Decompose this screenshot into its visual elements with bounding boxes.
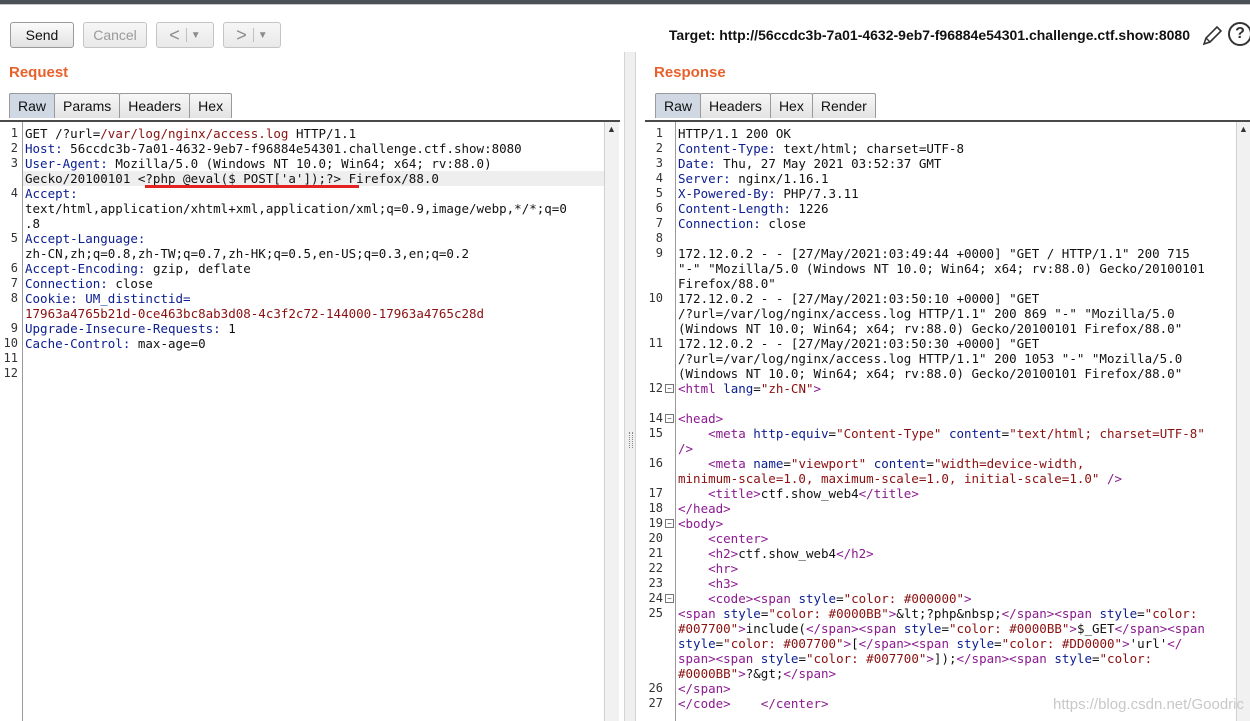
response-editor[interactable]: 1 2 3 4 5 6 7 8 9 10 11 12 − 14 − 15 16 … bbox=[645, 120, 1250, 721]
line-number-gutter: 1 2 3 4 5 6 7 8 9 10 11 12 − 14 − 15 16 … bbox=[645, 122, 676, 721]
line-number-gutter: 1 2 3 4 5 6 7 8 9 10 11 12 bbox=[0, 122, 23, 721]
tab-raw[interactable]: Raw bbox=[655, 93, 702, 118]
forward-arrow-icon: > bbox=[236, 24, 247, 45]
fold-toggle-icon[interactable]: − bbox=[665, 384, 674, 393]
response-tabs: Raw Headers Hex Render bbox=[655, 93, 876, 118]
request-editor[interactable]: 1 2 3 4 5 6 7 8 9 10 11 12 GET /?url=/va… bbox=[0, 120, 620, 721]
tab-render[interactable]: Render bbox=[811, 93, 876, 118]
window-top-border bbox=[0, 0, 1250, 5]
pencil-icon[interactable] bbox=[1200, 24, 1224, 48]
pane-splitter[interactable] bbox=[624, 52, 636, 721]
request-scrollbar[interactable]: ▲ bbox=[604, 122, 619, 721]
help-icon[interactable]: ? bbox=[1228, 22, 1250, 46]
tab-headers[interactable]: Headers bbox=[119, 93, 191, 118]
tab-raw[interactable]: Raw bbox=[9, 93, 56, 118]
fold-toggle-icon[interactable]: − bbox=[665, 594, 674, 603]
forward-button[interactable]: > ▼ bbox=[223, 22, 281, 48]
back-button[interactable]: < ▼ bbox=[156, 22, 214, 48]
tab-headers[interactable]: Headers bbox=[700, 93, 771, 118]
fold-toggle-icon[interactable]: − bbox=[665, 414, 674, 423]
watermark: https://blog.csdn.net/Goodric bbox=[1053, 696, 1244, 713]
request-tabs: Raw Params Headers Hex bbox=[9, 93, 233, 118]
target-url-label: Target: http://56ccdc3b-7a01-4632-9eb7-f… bbox=[668, 27, 1190, 43]
fold-toggle-icon[interactable]: − bbox=[665, 519, 674, 528]
highlight-underline bbox=[145, 185, 359, 188]
cancel-button[interactable]: Cancel bbox=[83, 22, 147, 48]
back-arrow-icon: < bbox=[169, 24, 180, 45]
request-title: Request bbox=[9, 64, 69, 81]
tab-hex[interactable]: Hex bbox=[189, 93, 233, 118]
send-button[interactable]: Send bbox=[10, 22, 74, 48]
response-scrollbar[interactable]: ▲ bbox=[1236, 122, 1250, 721]
forward-dropdown-icon[interactable]: ▼ bbox=[258, 30, 268, 41]
tab-hex[interactable]: Hex bbox=[769, 93, 813, 118]
back-dropdown-icon[interactable]: ▼ bbox=[191, 30, 201, 41]
response-title: Response bbox=[654, 64, 726, 81]
tab-params[interactable]: Params bbox=[54, 93, 121, 118]
